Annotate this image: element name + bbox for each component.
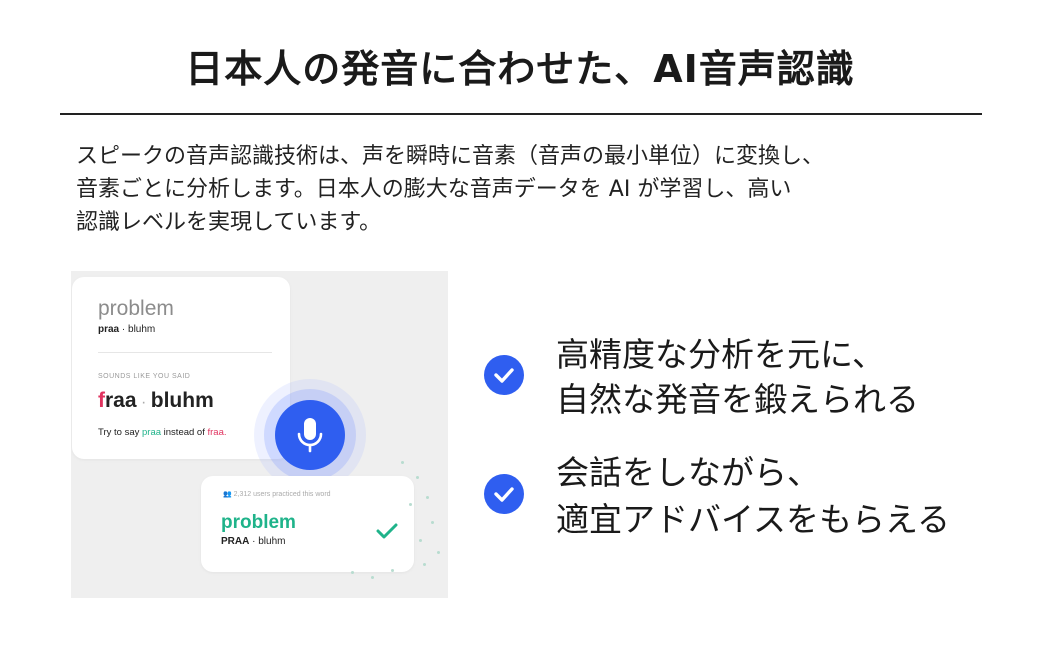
hint-text: Try to say praa instead of fraa.	[98, 427, 227, 438]
sounds-like-label: SOUNDS LIKE YOU SAID	[98, 373, 191, 380]
users-icon: 👥	[223, 491, 234, 498]
title-divider	[60, 113, 982, 115]
result-card: 👥 2,312 users practiced this word proble…	[201, 476, 414, 572]
description-line: 音素ごとに分析します。日本人の膨大な音声データを AI が学習し、高い	[76, 177, 792, 202]
users-practiced: 👥 2,312 users practiced this word	[223, 491, 331, 498]
app-illustration: problem praa · bluhm SOUNDS LIKE YOU SAI…	[71, 271, 448, 598]
heard-phonetic: fraa · bluhm	[98, 389, 214, 412]
description: スピークの音声認識技術は、声を瞬時に音素（音声の最小単位）に変換し、 音素ごとに…	[76, 140, 976, 239]
feature-line: 会話をしながら、	[556, 453, 820, 492]
target-phonetic: praa · bluhm	[98, 324, 156, 335]
check-circle-icon	[484, 474, 524, 514]
microphone-icon	[297, 418, 323, 453]
card-divider	[98, 352, 272, 353]
feature-line: 適宜アドバイスをもらえる	[556, 500, 951, 539]
page-title: 日本人の発音に合わせた、AI音声認識	[185, 47, 855, 91]
check-icon	[376, 523, 398, 539]
mic-button[interactable]	[275, 400, 345, 470]
target-word: problem	[98, 297, 174, 320]
feature-line: 自然な発音を鍛えられる	[556, 380, 919, 419]
description-line: スピークの音声認識技術は、声を瞬時に音素（音声の最小単位）に変換し、	[76, 144, 825, 169]
description-line: 認識レベルを実現しています。	[76, 210, 382, 235]
check-circle-icon	[484, 355, 524, 395]
feature-line: 高精度な分析を元に、	[556, 335, 886, 374]
result-word: problem	[221, 512, 296, 533]
result-phonetic: PRAA · bluhm	[221, 536, 286, 547]
